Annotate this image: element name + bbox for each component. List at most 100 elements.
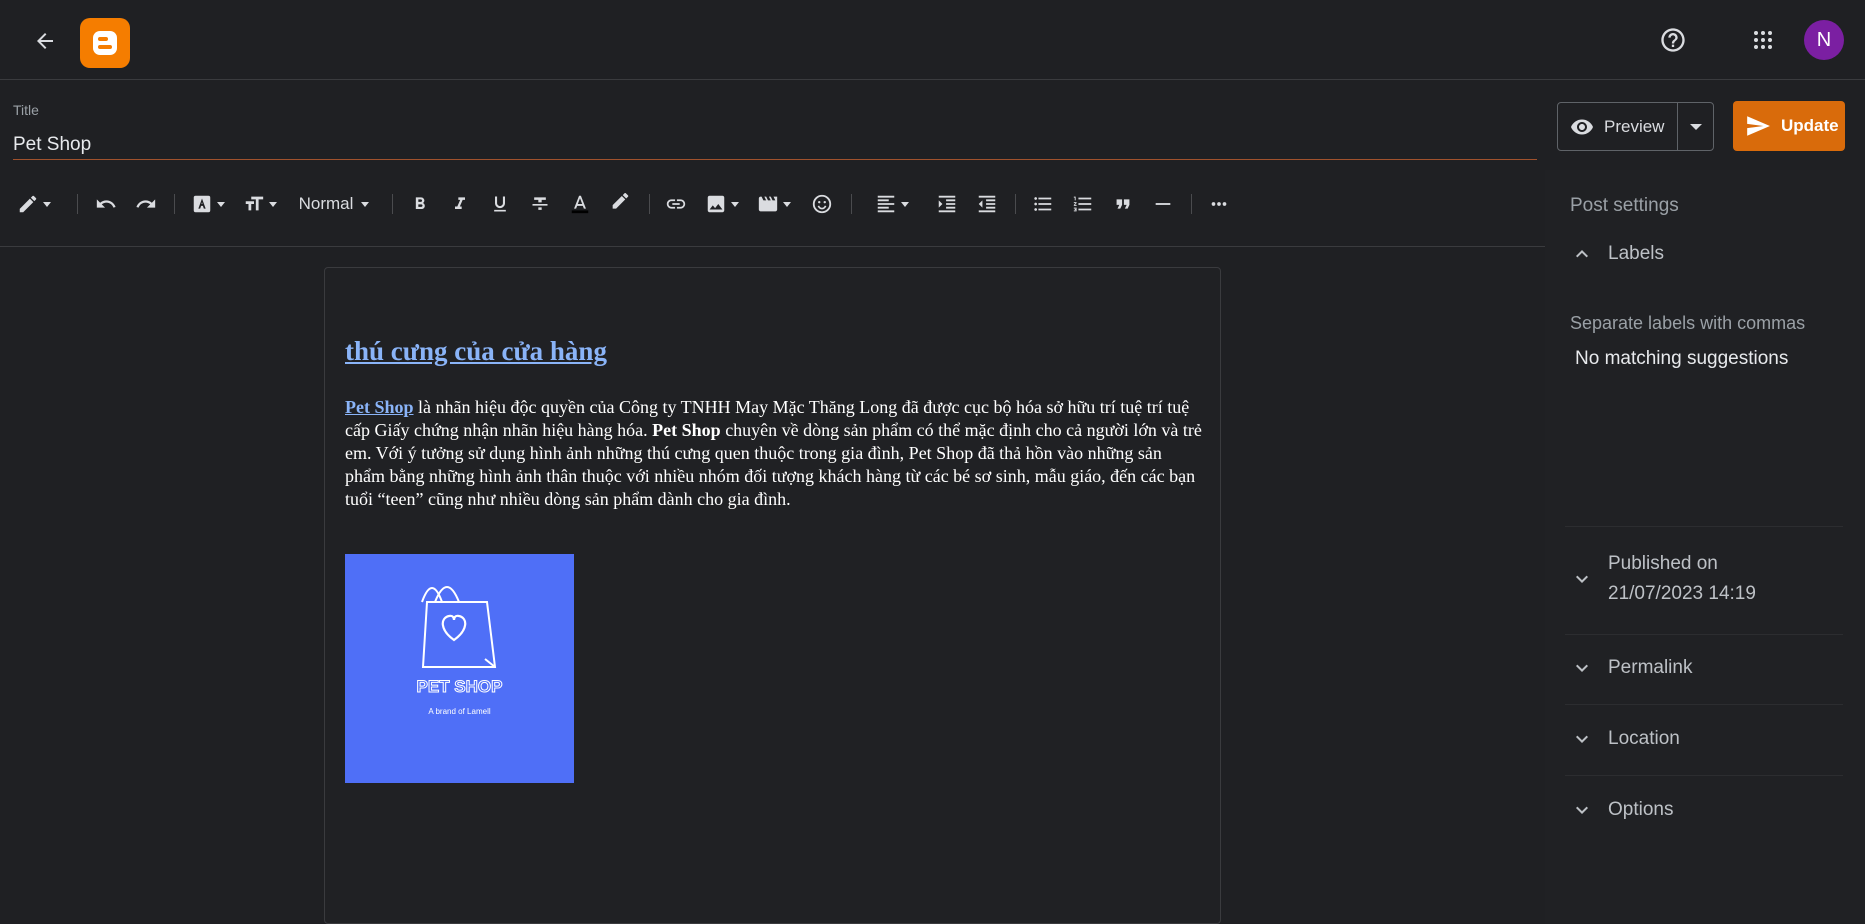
outdent-icon <box>978 195 996 213</box>
location-label: Location <box>1608 728 1680 749</box>
undo-icon <box>96 199 116 208</box>
brand-link[interactable]: Pet Shop <box>345 397 414 417</box>
update-button[interactable]: Update <box>1733 101 1845 151</box>
highlight-button[interactable] <box>604 188 636 220</box>
more-horizontal-icon <box>1211 202 1227 206</box>
font-family-button[interactable] <box>188 188 228 220</box>
options-toggle[interactable]: Options <box>1570 798 1673 822</box>
bulleted-list-icon <box>1034 197 1052 211</box>
numbered-list-button[interactable] <box>1067 188 1099 220</box>
published-on-text: Published on 21/07/2023 14:19 <box>1608 553 1756 605</box>
indent-button[interactable] <box>931 188 963 220</box>
location-toggle[interactable]: Location <box>1570 727 1680 751</box>
formatting-toolbar: Normal <box>0 180 1545 230</box>
undo-button[interactable] <box>90 188 122 220</box>
post-image[interactable]: PET SHOP A brand of Lamell <box>345 554 574 783</box>
title-input[interactable] <box>13 130 1537 160</box>
emoji-icon <box>812 194 832 214</box>
redo-button[interactable] <box>130 188 162 220</box>
apps-button[interactable] <box>1745 22 1781 58</box>
chevron-up-icon <box>1576 250 1588 258</box>
text-color-icon <box>571 195 589 214</box>
eye-icon <box>1571 119 1593 134</box>
more-options-button[interactable] <box>1203 188 1235 220</box>
labels-section-toggle[interactable]: Labels <box>1570 242 1664 266</box>
preview-label: Preview <box>1604 116 1665 136</box>
caret-down-icon <box>783 201 791 207</box>
align-left-icon <box>877 195 895 213</box>
bold-icon <box>415 197 425 209</box>
post-settings-title: Post settings <box>1570 195 1679 216</box>
preview-button[interactable]: Preview <box>1558 103 1678 150</box>
redo-icon <box>136 199 156 208</box>
caret-down-icon <box>1689 123 1702 130</box>
options-label: Options <box>1608 799 1674 820</box>
back-button[interactable] <box>28 24 62 58</box>
preview-group: Preview <box>1557 102 1714 151</box>
strikethrough-icon <box>532 197 548 210</box>
toolbar-separator <box>1015 194 1016 214</box>
sidebar-divider <box>1565 526 1843 527</box>
help-circle-icon <box>1661 28 1685 52</box>
bold-button[interactable] <box>404 188 436 220</box>
labels-input[interactable]: Separate labels with commas <box>1570 313 1805 334</box>
strikethrough-button[interactable] <box>524 188 556 220</box>
italic-icon <box>455 197 465 209</box>
compose-mode-button[interactable] <box>12 188 56 220</box>
insert-image-button[interactable] <box>702 188 742 220</box>
send-icon <box>1747 116 1770 136</box>
caret-down-icon <box>901 201 909 207</box>
blogger-logo[interactable] <box>80 18 130 68</box>
toolbar-separator <box>1191 194 1192 214</box>
sidebar-divider <box>1565 634 1843 635</box>
published-on-toggle[interactable]: Published on 21/07/2023 14:19 <box>1570 553 1756 605</box>
toolbar-separator <box>174 194 175 214</box>
horizontal-rule-icon <box>1155 203 1171 205</box>
chevron-down-icon <box>1576 664 1588 672</box>
avatar[interactable]: N <box>1804 20 1844 60</box>
caret-down-icon <box>43 201 51 207</box>
insert-emoji-button[interactable] <box>806 188 838 220</box>
horizontal-rule-button[interactable] <box>1147 188 1179 220</box>
paragraph-style-dropdown[interactable]: Normal <box>292 188 376 220</box>
text-color-button[interactable] <box>564 188 596 220</box>
bulleted-list-button[interactable] <box>1027 188 1059 220</box>
permalink-toggle[interactable]: Permalink <box>1570 656 1692 680</box>
sidebar-divider <box>1565 704 1843 705</box>
align-button[interactable] <box>870 188 914 220</box>
sidebar-divider <box>1565 775 1843 776</box>
italic-button[interactable] <box>444 188 476 220</box>
underline-icon <box>494 196 506 212</box>
preview-dropdown-button[interactable] <box>1678 103 1713 150</box>
brand-bold-text: Pet Shop <box>652 420 721 440</box>
toolbar-separator <box>77 194 78 214</box>
arrow-left-icon <box>37 33 53 49</box>
indent-icon <box>938 195 956 213</box>
font-icon <box>193 195 211 213</box>
pencil-icon <box>19 195 37 213</box>
post-paragraph[interactable]: Pet Shop là nhãn hiệu độc quyền của Công… <box>345 396 1205 511</box>
logo-title-text: PET SHOP <box>417 677 503 696</box>
underline-button[interactable] <box>484 188 516 220</box>
link-icon <box>666 199 686 209</box>
font-size-button[interactable] <box>240 188 280 220</box>
highlighter-icon <box>612 193 629 209</box>
logo-subtitle-text: A brand of Lamell <box>428 707 490 716</box>
caret-down-icon <box>269 201 277 207</box>
insert-link-button[interactable] <box>660 188 692 220</box>
help-button[interactable] <box>1655 22 1691 58</box>
paragraph-style-label: Normal <box>298 194 354 213</box>
toolbar-separator <box>392 194 393 214</box>
toolbar-separator <box>851 194 852 214</box>
post-heading-link[interactable]: thú cưng của cửa hàng <box>345 336 607 367</box>
insert-video-button[interactable] <box>754 188 794 220</box>
shopping-bag-logo-icon: PET SHOP A brand of Lamell <box>416 586 503 716</box>
chevron-down-icon <box>1576 806 1588 814</box>
labels-suggestions: No matching suggestions <box>1575 348 1789 369</box>
title-label: Title <box>13 102 39 118</box>
quote-button[interactable] <box>1107 188 1139 220</box>
permalink-label: Permalink <box>1608 657 1693 678</box>
image-icon <box>707 195 725 213</box>
outdent-button[interactable] <box>971 188 1003 220</box>
toolbar-separator <box>649 194 650 214</box>
